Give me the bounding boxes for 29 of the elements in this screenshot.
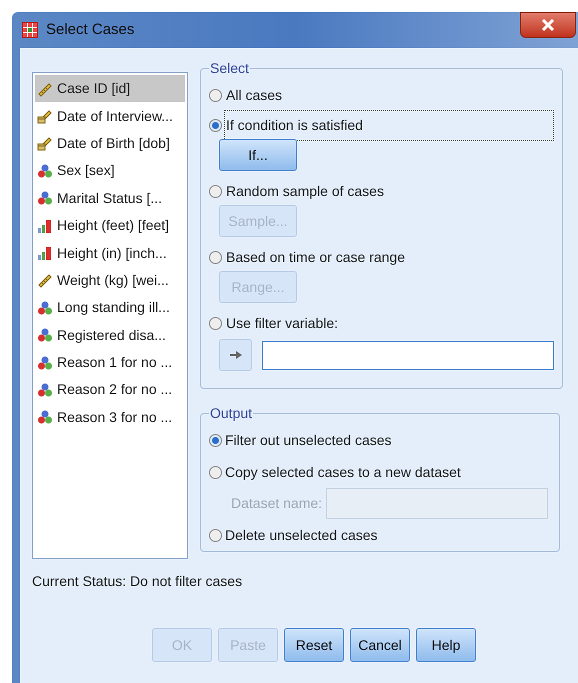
dialog-button[interactable]: If... bbox=[219, 139, 297, 171]
variable-item[interactable]: Date of Birth [dob] bbox=[35, 130, 185, 158]
option-label: Filter out unselected cases bbox=[225, 430, 392, 450]
dialog-button[interactable]: Help bbox=[416, 628, 476, 662]
window-title: Select Cases bbox=[46, 20, 134, 40]
option-label: Random sample of cases bbox=[225, 182, 385, 201]
field-label: Dataset name: bbox=[231, 494, 322, 513]
status-text: Current Status: Do not filter cases bbox=[32, 572, 244, 591]
option-label: Based on time or case range bbox=[225, 248, 406, 267]
group-title: Select bbox=[209, 59, 250, 78]
variable-item[interactable]: Reason 3 for no ... bbox=[35, 404, 185, 432]
variable-item[interactable]: Reason 2 for no ... bbox=[35, 376, 185, 404]
variable-item[interactable]: Weight (kg) [wei... bbox=[35, 266, 185, 294]
option-label: All cases bbox=[225, 86, 284, 104]
option-label: Delete unselected cases bbox=[225, 526, 378, 544]
dialog-button[interactable]: Cancel bbox=[350, 628, 410, 662]
option-label: Copy selected cases to a new dataset bbox=[225, 462, 461, 482]
variable-item[interactable]: Height (feet) [feet] bbox=[35, 212, 185, 240]
variable-item[interactable]: Marital Status [... bbox=[35, 184, 185, 212]
variable-item[interactable]: Sex [sex] bbox=[35, 157, 185, 185]
variable-item[interactable]: Long standing ill... bbox=[35, 294, 185, 322]
dialog-button[interactable]: Reset bbox=[284, 628, 344, 662]
group-title: Output bbox=[209, 404, 254, 423]
variable-item[interactable]: Reason 1 for no ... bbox=[35, 348, 185, 376]
variable-item[interactable]: Height (in) [inch... bbox=[35, 239, 185, 267]
option-label: Use filter variable: bbox=[225, 314, 340, 332]
variable-item[interactable]: Date of Interview... bbox=[35, 102, 185, 130]
variable-item[interactable]: Registered disa... bbox=[35, 322, 185, 349]
variable-item[interactable]: Case ID [id] bbox=[35, 75, 185, 102]
